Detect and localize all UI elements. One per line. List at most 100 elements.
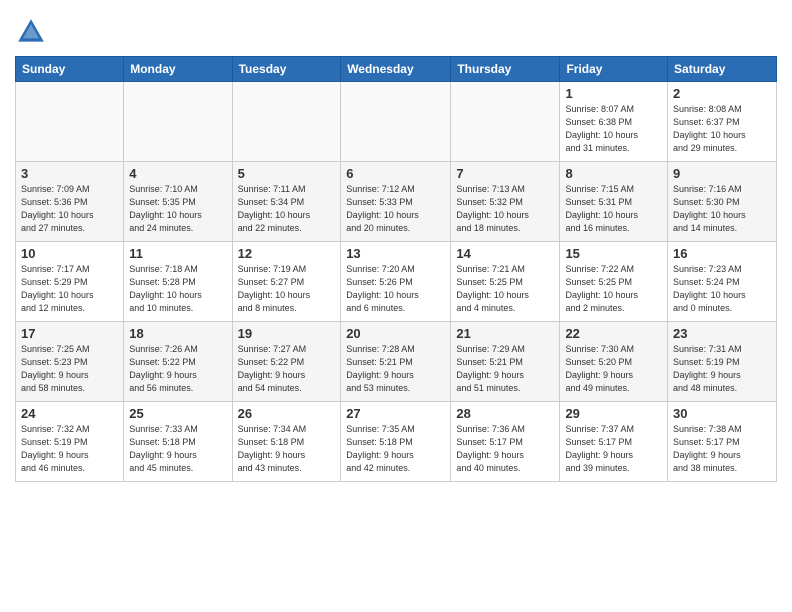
calendar-cell: 27Sunrise: 7:35 AMSunset: 5:18 PMDayligh… [341,402,451,482]
day-info: Sunrise: 7:13 AMSunset: 5:32 PMDaylight:… [456,183,554,235]
calendar-cell [16,82,124,162]
calendar-cell: 16 Sunrise: 7:23 AMSunset: 5:24 PMDayligh… [668,242,777,322]
logo [15,16,51,48]
calendar-cell: 29 Sunrise: 7:37 AMSunset: 5:17 PMDayligh… [560,402,668,482]
day-info: Sunrise: 7:28 AMSunset: 5:21 PMDaylight:… [346,343,445,395]
day-info: Sunrise: 7:09 AMSunset: 5:36 PMDaylight:… [21,183,118,235]
weekday-header: Monday [124,57,232,82]
calendar-cell: 22Sunrise: 7:30 AMSunset: 5:20 PMDayligh… [560,322,668,402]
calendar-cell: 4Sunrise: 7:10 AMSunset: 5:35 PMDaylight… [124,162,232,242]
day-number: 14 [456,246,554,261]
header [15,10,777,48]
day-info: Sunrise: 7:34 AMSunset: 5:18 PMDaylight:… [238,423,336,475]
calendar-cell: 18 Sunrise: 7:26 AMSunset: 5:22 PMDayligh… [124,322,232,402]
calendar-cell: 28Sunrise: 7:36 AMSunset: 5:17 PMDayligh… [451,402,560,482]
day-info: Sunrise: 7:21 AMSunset: 5:25 PMDaylight:… [456,263,554,315]
calendar-week-row: 24 Sunrise: 7:32 AMSunset: 5:19 PMDayligh… [16,402,777,482]
day-info: Sunrise: 7:19 AMSunset: 5:27 PMDaylight:… [238,263,336,315]
day-number: 13 [346,246,445,261]
calendar-cell: 11 Sunrise: 7:18 AMSunset: 5:28 PMDayligh… [124,242,232,322]
day-number: 12 [238,246,336,261]
day-info: Sunrise: 7:23 AMSunset: 5:24 PMDaylight:… [673,263,771,315]
day-number: 16 [673,246,771,261]
calendar-cell: 8 Sunrise: 7:15 AMSunset: 5:31 PMDaylight… [560,162,668,242]
calendar-cell: 21 Sunrise: 7:29 AMSunset: 5:21 PMDayligh… [451,322,560,402]
day-info: Sunrise: 8:07 AMSunset: 6:38 PMDaylight:… [565,103,662,155]
calendar-header-row: SundayMondayTuesdayWednesdayThursdayFrid… [16,57,777,82]
day-info: Sunrise: 7:35 AMSunset: 5:18 PMDaylight:… [346,423,445,475]
day-number: 23 [673,326,771,341]
calendar-cell: 2 Sunrise: 8:08 AMSunset: 6:37 PMDaylight… [668,82,777,162]
calendar-cell: 14 Sunrise: 7:21 AMSunset: 5:25 PMDayligh… [451,242,560,322]
day-info: Sunrise: 7:29 AMSunset: 5:21 PMDaylight:… [456,343,554,395]
day-number: 22 [565,326,662,341]
day-number: 5 [238,166,336,181]
logo-icon [15,16,47,48]
calendar-cell: 17 Sunrise: 7:25 AMSunset: 5:23 PMDayligh… [16,322,124,402]
calendar-cell: 24 Sunrise: 7:32 AMSunset: 5:19 PMDayligh… [16,402,124,482]
calendar-week-row: 3 Sunrise: 7:09 AMSunset: 5:36 PMDaylight… [16,162,777,242]
day-info: Sunrise: 7:27 AMSunset: 5:22 PMDaylight:… [238,343,336,395]
calendar-cell: 10 Sunrise: 7:17 AMSunset: 5:29 PMDayligh… [16,242,124,322]
calendar-cell [232,82,341,162]
calendar-cell [124,82,232,162]
day-number: 9 [673,166,771,181]
calendar-cell: 23 Sunrise: 7:31 AMSunset: 5:19 PMDayligh… [668,322,777,402]
weekday-header: Saturday [668,57,777,82]
day-number: 2 [673,86,771,101]
day-number: 15 [565,246,662,261]
day-number: 29 [565,406,662,421]
day-info: Sunrise: 7:10 AMSunset: 5:35 PMDaylight:… [129,183,226,235]
weekday-header: Tuesday [232,57,341,82]
day-number: 3 [21,166,118,181]
calendar-week-row: 10 Sunrise: 7:17 AMSunset: 5:29 PMDayligh… [16,242,777,322]
day-info: Sunrise: 7:38 AMSunset: 5:17 PMDaylight:… [673,423,771,475]
day-info: Sunrise: 7:25 AMSunset: 5:23 PMDaylight:… [21,343,118,395]
day-number: 7 [456,166,554,181]
calendar-cell: 25Sunrise: 7:33 AMSunset: 5:18 PMDayligh… [124,402,232,482]
day-number: 8 [565,166,662,181]
day-number: 11 [129,246,226,261]
day-info: Sunrise: 7:32 AMSunset: 5:19 PMDaylight:… [21,423,118,475]
day-info: Sunrise: 7:37 AMSunset: 5:17 PMDaylight:… [565,423,662,475]
day-info: Sunrise: 7:17 AMSunset: 5:29 PMDaylight:… [21,263,118,315]
day-number: 24 [21,406,118,421]
calendar-cell: 13Sunrise: 7:20 AMSunset: 5:26 PMDayligh… [341,242,451,322]
weekday-header: Thursday [451,57,560,82]
calendar-cell: 30 Sunrise: 7:38 AMSunset: 5:17 PMDayligh… [668,402,777,482]
calendar-cell: 9 Sunrise: 7:16 AMSunset: 5:30 PMDaylight… [668,162,777,242]
weekday-header: Sunday [16,57,124,82]
day-info: Sunrise: 7:31 AMSunset: 5:19 PMDaylight:… [673,343,771,395]
day-info: Sunrise: 7:16 AMSunset: 5:30 PMDaylight:… [673,183,771,235]
calendar-cell: 1 Sunrise: 8:07 AMSunset: 6:38 PMDaylight… [560,82,668,162]
day-number: 10 [21,246,118,261]
page: SundayMondayTuesdayWednesdayThursdayFrid… [0,0,792,497]
day-info: Sunrise: 8:08 AMSunset: 6:37 PMDaylight:… [673,103,771,155]
day-number: 30 [673,406,771,421]
day-number: 6 [346,166,445,181]
day-number: 17 [21,326,118,341]
calendar-cell: 20Sunrise: 7:28 AMSunset: 5:21 PMDayligh… [341,322,451,402]
day-number: 19 [238,326,336,341]
calendar-cell [451,82,560,162]
calendar-cell [341,82,451,162]
day-number: 21 [456,326,554,341]
calendar-cell: 5 Sunrise: 7:11 AMSunset: 5:34 PMDaylight… [232,162,341,242]
calendar-cell: 12 Sunrise: 7:19 AMSunset: 5:27 PMDayligh… [232,242,341,322]
calendar-cell: 7 Sunrise: 7:13 AMSunset: 5:32 PMDaylight… [451,162,560,242]
day-number: 1 [565,86,662,101]
calendar-table: SundayMondayTuesdayWednesdayThursdayFrid… [15,56,777,482]
calendar-cell: 26Sunrise: 7:34 AMSunset: 5:18 PMDayligh… [232,402,341,482]
weekday-header: Friday [560,57,668,82]
day-info: Sunrise: 7:15 AMSunset: 5:31 PMDaylight:… [565,183,662,235]
day-info: Sunrise: 7:33 AMSunset: 5:18 PMDaylight:… [129,423,226,475]
calendar-cell: 19 Sunrise: 7:27 AMSunset: 5:22 PMDayligh… [232,322,341,402]
calendar-week-row: 1 Sunrise: 8:07 AMSunset: 6:38 PMDaylight… [16,82,777,162]
weekday-header: Wednesday [341,57,451,82]
calendar-cell: 3 Sunrise: 7:09 AMSunset: 5:36 PMDaylight… [16,162,124,242]
calendar-cell: 15Sunrise: 7:22 AMSunset: 5:25 PMDayligh… [560,242,668,322]
day-info: Sunrise: 7:11 AMSunset: 5:34 PMDaylight:… [238,183,336,235]
day-info: Sunrise: 7:18 AMSunset: 5:28 PMDaylight:… [129,263,226,315]
day-number: 18 [129,326,226,341]
day-info: Sunrise: 7:26 AMSunset: 5:22 PMDaylight:… [129,343,226,395]
